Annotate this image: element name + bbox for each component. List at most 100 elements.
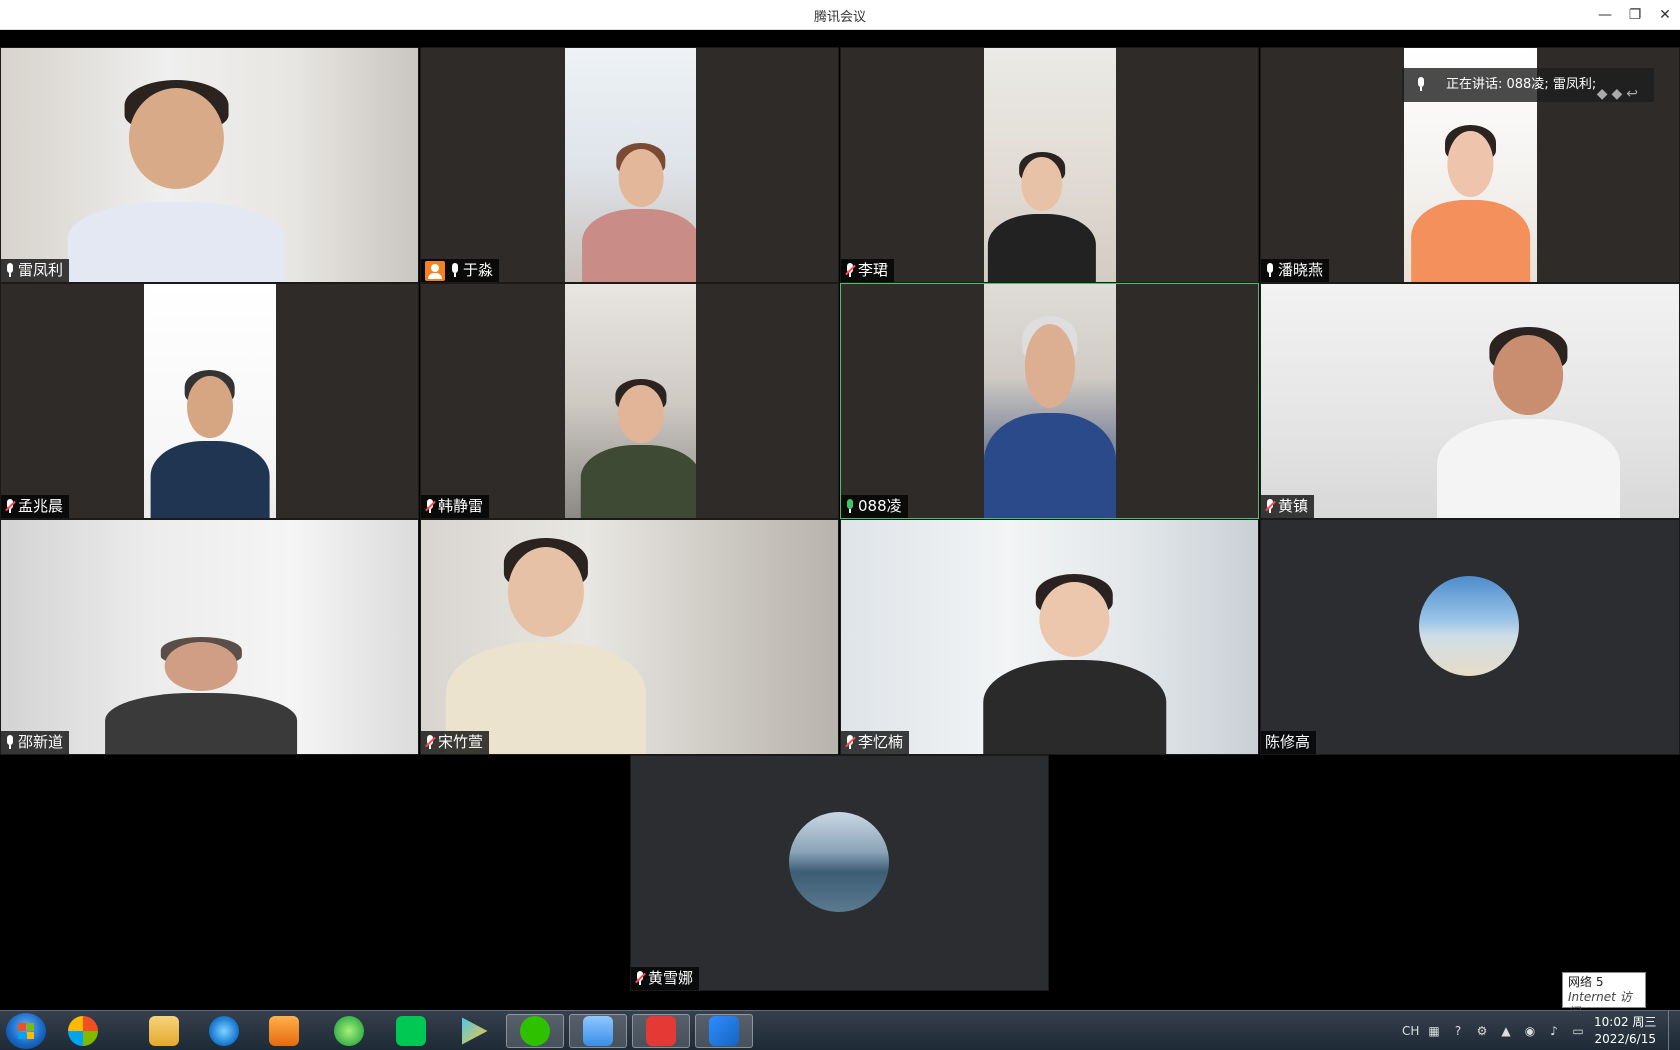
participant-name: 雷凤利: [18, 261, 64, 279]
participant-name: 黄镇: [1278, 497, 1309, 515]
settings-icon[interactable]: ⚙: [1474, 1023, 1490, 1039]
mic-muted-icon: [5, 499, 16, 514]
participant-name: 黄雪娜: [648, 969, 694, 987]
pinwheel-icon[interactable]: [54, 1014, 112, 1048]
video-feed: [984, 284, 1116, 518]
tencent-meeting-icon[interactable]: [695, 1014, 753, 1048]
video-tile[interactable]: 李珺: [840, 47, 1259, 283]
participant-name: 宋竹萱: [438, 733, 484, 751]
keyboard-icon[interactable]: ▦: [1426, 1023, 1442, 1039]
participant-figure: [1410, 118, 1531, 282]
mic-muted-icon: [845, 735, 856, 750]
video-tile[interactable]: 孟兆晨: [0, 283, 419, 519]
mic-muted-icon: [1265, 499, 1276, 514]
video-player-icon[interactable]: [445, 1014, 503, 1048]
video-tile[interactable]: 于淼: [420, 47, 839, 283]
participant-name-bar: 李忆楠: [841, 731, 910, 754]
close-button[interactable]: ✕: [1652, 4, 1678, 26]
wechat-icon[interactable]: [506, 1014, 564, 1048]
input-language[interactable]: CH: [1402, 1023, 1419, 1039]
folder-icon[interactable]: [135, 1014, 193, 1048]
avatar: [1419, 576, 1519, 676]
title-bar[interactable]: 腾讯会议 — ❐ ✕: [0, 0, 1680, 30]
video-feed: [1, 48, 418, 282]
volume-icon[interactable]: ♪: [1546, 1023, 1562, 1039]
participant-name: 邵新道: [18, 733, 64, 751]
participant-figure: [1436, 319, 1621, 518]
mic-speaking-icon: [845, 499, 855, 514]
participant-figure: [446, 529, 647, 754]
speaking-indicator: 正在讲话: 088凌; 雷凤利; ◆◆↩: [1402, 68, 1654, 102]
participant-name: 孟兆晨: [18, 497, 64, 515]
network-tooltip: 网络 5 Internet 访问: [1562, 972, 1646, 1019]
video-tile[interactable]: 邵新道: [0, 519, 419, 755]
mic-muted-icon: [425, 499, 436, 514]
video-tile[interactable]: 雷凤利: [0, 47, 419, 283]
participant-name: 潘晓燕: [1278, 261, 1324, 279]
video-feed: [841, 520, 1258, 754]
video-feed: [565, 48, 696, 282]
desktop: 腾讯会议 — ❐ ✕ 雷凤利 于淼 李珺 潘晓燕 孟兆晨 韩静雷 088凌 黄镇…: [0, 0, 1680, 1050]
browser-icon[interactable]: [320, 1014, 378, 1048]
mic-muted-icon: [635, 971, 646, 986]
participant-name-bar: 黄雪娜: [631, 967, 700, 990]
participant-name: 于淼: [463, 261, 494, 279]
network-name: 网络 5: [1568, 975, 1604, 989]
action-center-icon[interactable]: ▭: [1570, 1023, 1586, 1039]
avatar: [789, 812, 889, 912]
clock[interactable]: 10:02 周三 2022/6/15: [1594, 1014, 1656, 1048]
video-feed: [1, 520, 418, 754]
video-feed: [421, 520, 838, 754]
mic-icon: [450, 263, 460, 278]
clock-time: 10:02 周三: [1594, 1015, 1657, 1029]
participant-name-bar: 雷凤利: [1, 259, 70, 282]
collapse-icon[interactable]: ◆◆↩: [1597, 77, 1642, 111]
participant-name: 韩静雷: [438, 497, 484, 515]
mic-muted-icon: [845, 263, 856, 278]
video-feed: [984, 48, 1116, 282]
video-tile-camera-off[interactable]: 黄雪娜: [630, 755, 1049, 991]
clock-date: 2022/6/15: [1594, 1032, 1656, 1046]
participant-name: 李忆楠: [858, 733, 904, 751]
ie-icon[interactable]: [195, 1014, 253, 1048]
participant-figure: [987, 146, 1097, 282]
participant-name: 陈修高: [1265, 733, 1311, 751]
speaking-text: 正在讲话: 088凌; 雷凤利;: [1446, 77, 1597, 92]
participant-name-bar: 孟兆晨: [1, 495, 70, 518]
participant-name: 李珺: [858, 261, 889, 279]
participant-name-bar: 088凌: [841, 495, 908, 518]
minimize-button[interactable]: —: [1592, 4, 1618, 26]
video-tile[interactable]: 宋竹萱: [420, 519, 839, 755]
wps-icon[interactable]: [632, 1014, 690, 1048]
maximize-button[interactable]: ❐: [1622, 4, 1648, 26]
taskbar: CH ▦ ? ⚙ ▲ ◉ ♪ ▭ 10:02 周三 2022/6/15: [0, 1010, 1680, 1050]
host-icon: [425, 260, 445, 281]
video-tile[interactable]: 韩静雷: [420, 283, 839, 519]
mic-muted-icon: [425, 735, 436, 750]
help-icon[interactable]: ?: [1450, 1023, 1466, 1039]
participant-figure: [982, 567, 1167, 754]
video-feed: [1261, 284, 1679, 518]
network-icon[interactable]: ◉: [1522, 1023, 1538, 1039]
video-feed: [144, 284, 276, 518]
top-band: [0, 30, 1680, 47]
show-desktop-button[interactable]: [1668, 1011, 1680, 1050]
window-icon[interactable]: [569, 1014, 627, 1048]
video-tile[interactable]: 李忆楠: [840, 519, 1259, 755]
start-icon[interactable]: [6, 1013, 46, 1049]
participant-figure: [582, 137, 696, 282]
tray-expand-icon[interactable]: ▲: [1498, 1023, 1514, 1039]
window-title: 腾讯会议: [813, 10, 866, 25]
participant-figure: [105, 632, 298, 754]
video-tile[interactable]: 黄镇: [1260, 283, 1680, 519]
iqiyi-icon[interactable]: [382, 1014, 440, 1048]
media-player-icon[interactable]: [255, 1014, 313, 1048]
video-feed: [565, 284, 696, 518]
video-tile-camera-off[interactable]: 陈修高: [1260, 519, 1680, 755]
participant-figure: [150, 364, 270, 518]
participant-figure: [984, 307, 1116, 518]
mic-icon: [5, 735, 15, 750]
participant-name-bar: 陈修高: [1261, 731, 1317, 754]
video-tile-active-speaker[interactable]: 088凌: [840, 283, 1259, 519]
participant-name-bar: 黄镇: [1261, 495, 1315, 518]
